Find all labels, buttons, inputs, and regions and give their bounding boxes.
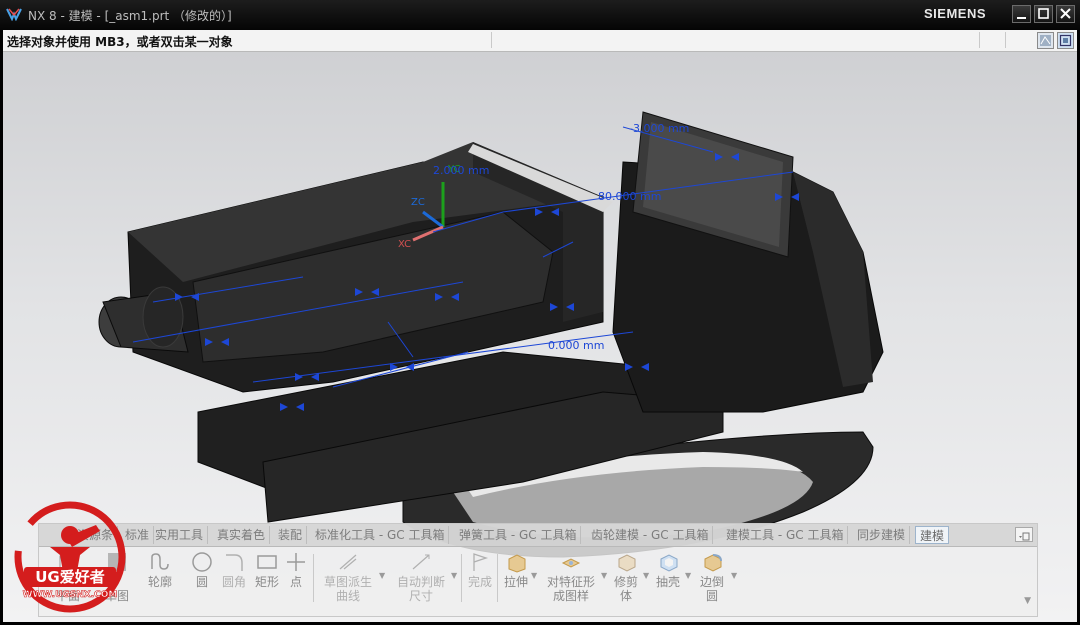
title-bar: NX 8 - 建模 - [_asm1.prt （修改的）] SIEMENS [0, 0, 1080, 30]
ribbon-tabs: 资源条 标准 实用工具 真实着色 装配 标准化工具 - GC 工具箱 弹簧工具 … [39, 524, 1037, 547]
ribbon-separator [461, 554, 462, 602]
shell-tool[interactable]: 抽壳 [653, 551, 683, 589]
ugsnx-watermark-logo: UG爱好者 WWW.UGSNX.COM [14, 501, 126, 613]
status-divider [1005, 32, 1006, 48]
siemens-logo: SIEMENS [924, 6, 987, 21]
window-title: NX 8 - 建模 - [_asm1.prt （修改的）] [28, 9, 232, 23]
nx-app-icon[interactable] [6, 7, 22, 21]
shell-icon [660, 554, 678, 572]
tab-utilities[interactable]: 实用工具 [151, 526, 209, 544]
finish-sketch-tool[interactable]: 完成 [465, 551, 495, 589]
fullscreen-toggle-button[interactable] [1057, 32, 1074, 49]
feature-pattern-tool[interactable]: 对特征形 成图样 [543, 551, 599, 603]
filter-icon [1040, 35, 1051, 46]
circle-tool[interactable]: 圆 [189, 551, 215, 589]
chevron-down-icon[interactable]: ▼ [685, 571, 691, 580]
ribbon-options-icon [1019, 532, 1030, 541]
auto-dimension-tool[interactable]: 自动判断 尺寸 [391, 551, 451, 603]
cue-text: 选择对象并使用 MB3，或者双击某一对象 [7, 35, 233, 49]
tab-gear-modeling[interactable]: 齿轮建模 - GC 工具箱 [587, 526, 714, 544]
chevron-down-icon[interactable]: ▼ [643, 571, 649, 580]
ribbon-separator [497, 554, 498, 602]
tab-modeling-tools[interactable]: 建模工具 - GC 工具箱 [722, 526, 849, 544]
selection-filter-button[interactable] [1037, 32, 1054, 49]
rectangle-icon [257, 555, 277, 569]
logo-url: WWW.UGSNX.COM [23, 590, 118, 600]
edge-blend-icon [704, 554, 722, 572]
dimension-bottom[interactable]: 0.000 mm [548, 339, 604, 352]
chevron-down-icon[interactable]: ▼ [379, 571, 385, 580]
extrude-tool[interactable]: 拉伸 [501, 551, 531, 589]
close-button[interactable] [1056, 5, 1075, 23]
derived-curve-tool[interactable]: 草图派生 曲线 [317, 551, 379, 603]
chevron-down-icon[interactable]: ▼ [451, 571, 457, 580]
derived-curve-icon [339, 554, 357, 570]
dimension-left[interactable]: 2.000 mm [433, 164, 489, 177]
rectangle-tool[interactable]: 矩形 [252, 551, 282, 589]
axis-label-y: ZC [411, 197, 425, 208]
dimension-top[interactable]: -3.000 mm [629, 122, 689, 135]
maximize-button[interactable] [1034, 5, 1053, 23]
tab-synchronous-modeling[interactable]: 同步建模 [853, 526, 911, 544]
chevron-down-icon[interactable]: ▼ [731, 571, 737, 580]
maximize-icon [1038, 8, 1049, 19]
ribbon-toolbar: 资源条 标准 实用工具 真实着色 装配 标准化工具 - GC 工具箱 弹簧工具 … [38, 523, 1038, 617]
logo-text: UG爱好者 [35, 568, 105, 586]
minimize-icon [1017, 17, 1026, 19]
fillet-icon [226, 554, 243, 571]
ribbon-expand-icon[interactable]: ▼ [1024, 596, 1031, 606]
fullscreen-icon [1059, 34, 1072, 47]
chevron-down-icon[interactable]: ▼ [601, 571, 607, 580]
fillet-tool[interactable]: 圆角 [219, 551, 249, 589]
edge-blend-tool[interactable]: 边倒 圆 [695, 551, 729, 603]
pattern-icon [561, 558, 581, 568]
trim-body-tool[interactable]: 修剪 体 [611, 551, 641, 603]
ribbon-separator [313, 554, 314, 602]
extrude-icon [508, 554, 526, 573]
profile-tool[interactable]: 轮廓 [143, 551, 177, 589]
ribbon-options-button[interactable] [1015, 527, 1033, 542]
minimize-button[interactable] [1012, 5, 1031, 23]
circle-icon [192, 552, 212, 572]
cue-line: 选择对象并使用 MB3，或者双击某一对象 [3, 30, 1077, 52]
profile-icon [151, 553, 169, 570]
close-icon [1060, 8, 1071, 19]
tab-assembly[interactable]: 装配 [274, 526, 308, 544]
tab-standardization-tools[interactable]: 标准化工具 - GC 工具箱 [311, 526, 450, 544]
chevron-down-icon[interactable]: ▼ [531, 571, 537, 580]
dimension-icon [412, 554, 430, 570]
tab-modeling[interactable]: 建模 [915, 526, 950, 544]
status-divider [491, 32, 492, 48]
tab-true-shading[interactable]: 真实着色 [213, 526, 271, 544]
status-divider [979, 32, 980, 48]
trim-body-icon [618, 554, 636, 572]
tab-spring-tools[interactable]: 弹簧工具 - GC 工具箱 [455, 526, 582, 544]
point-tool[interactable]: 点 [285, 551, 307, 589]
point-icon [287, 553, 305, 571]
axis-label-x: XC [398, 239, 411, 250]
finish-flag-icon [473, 553, 489, 571]
dimension-mid[interactable]: 80.000 mm [598, 190, 661, 203]
